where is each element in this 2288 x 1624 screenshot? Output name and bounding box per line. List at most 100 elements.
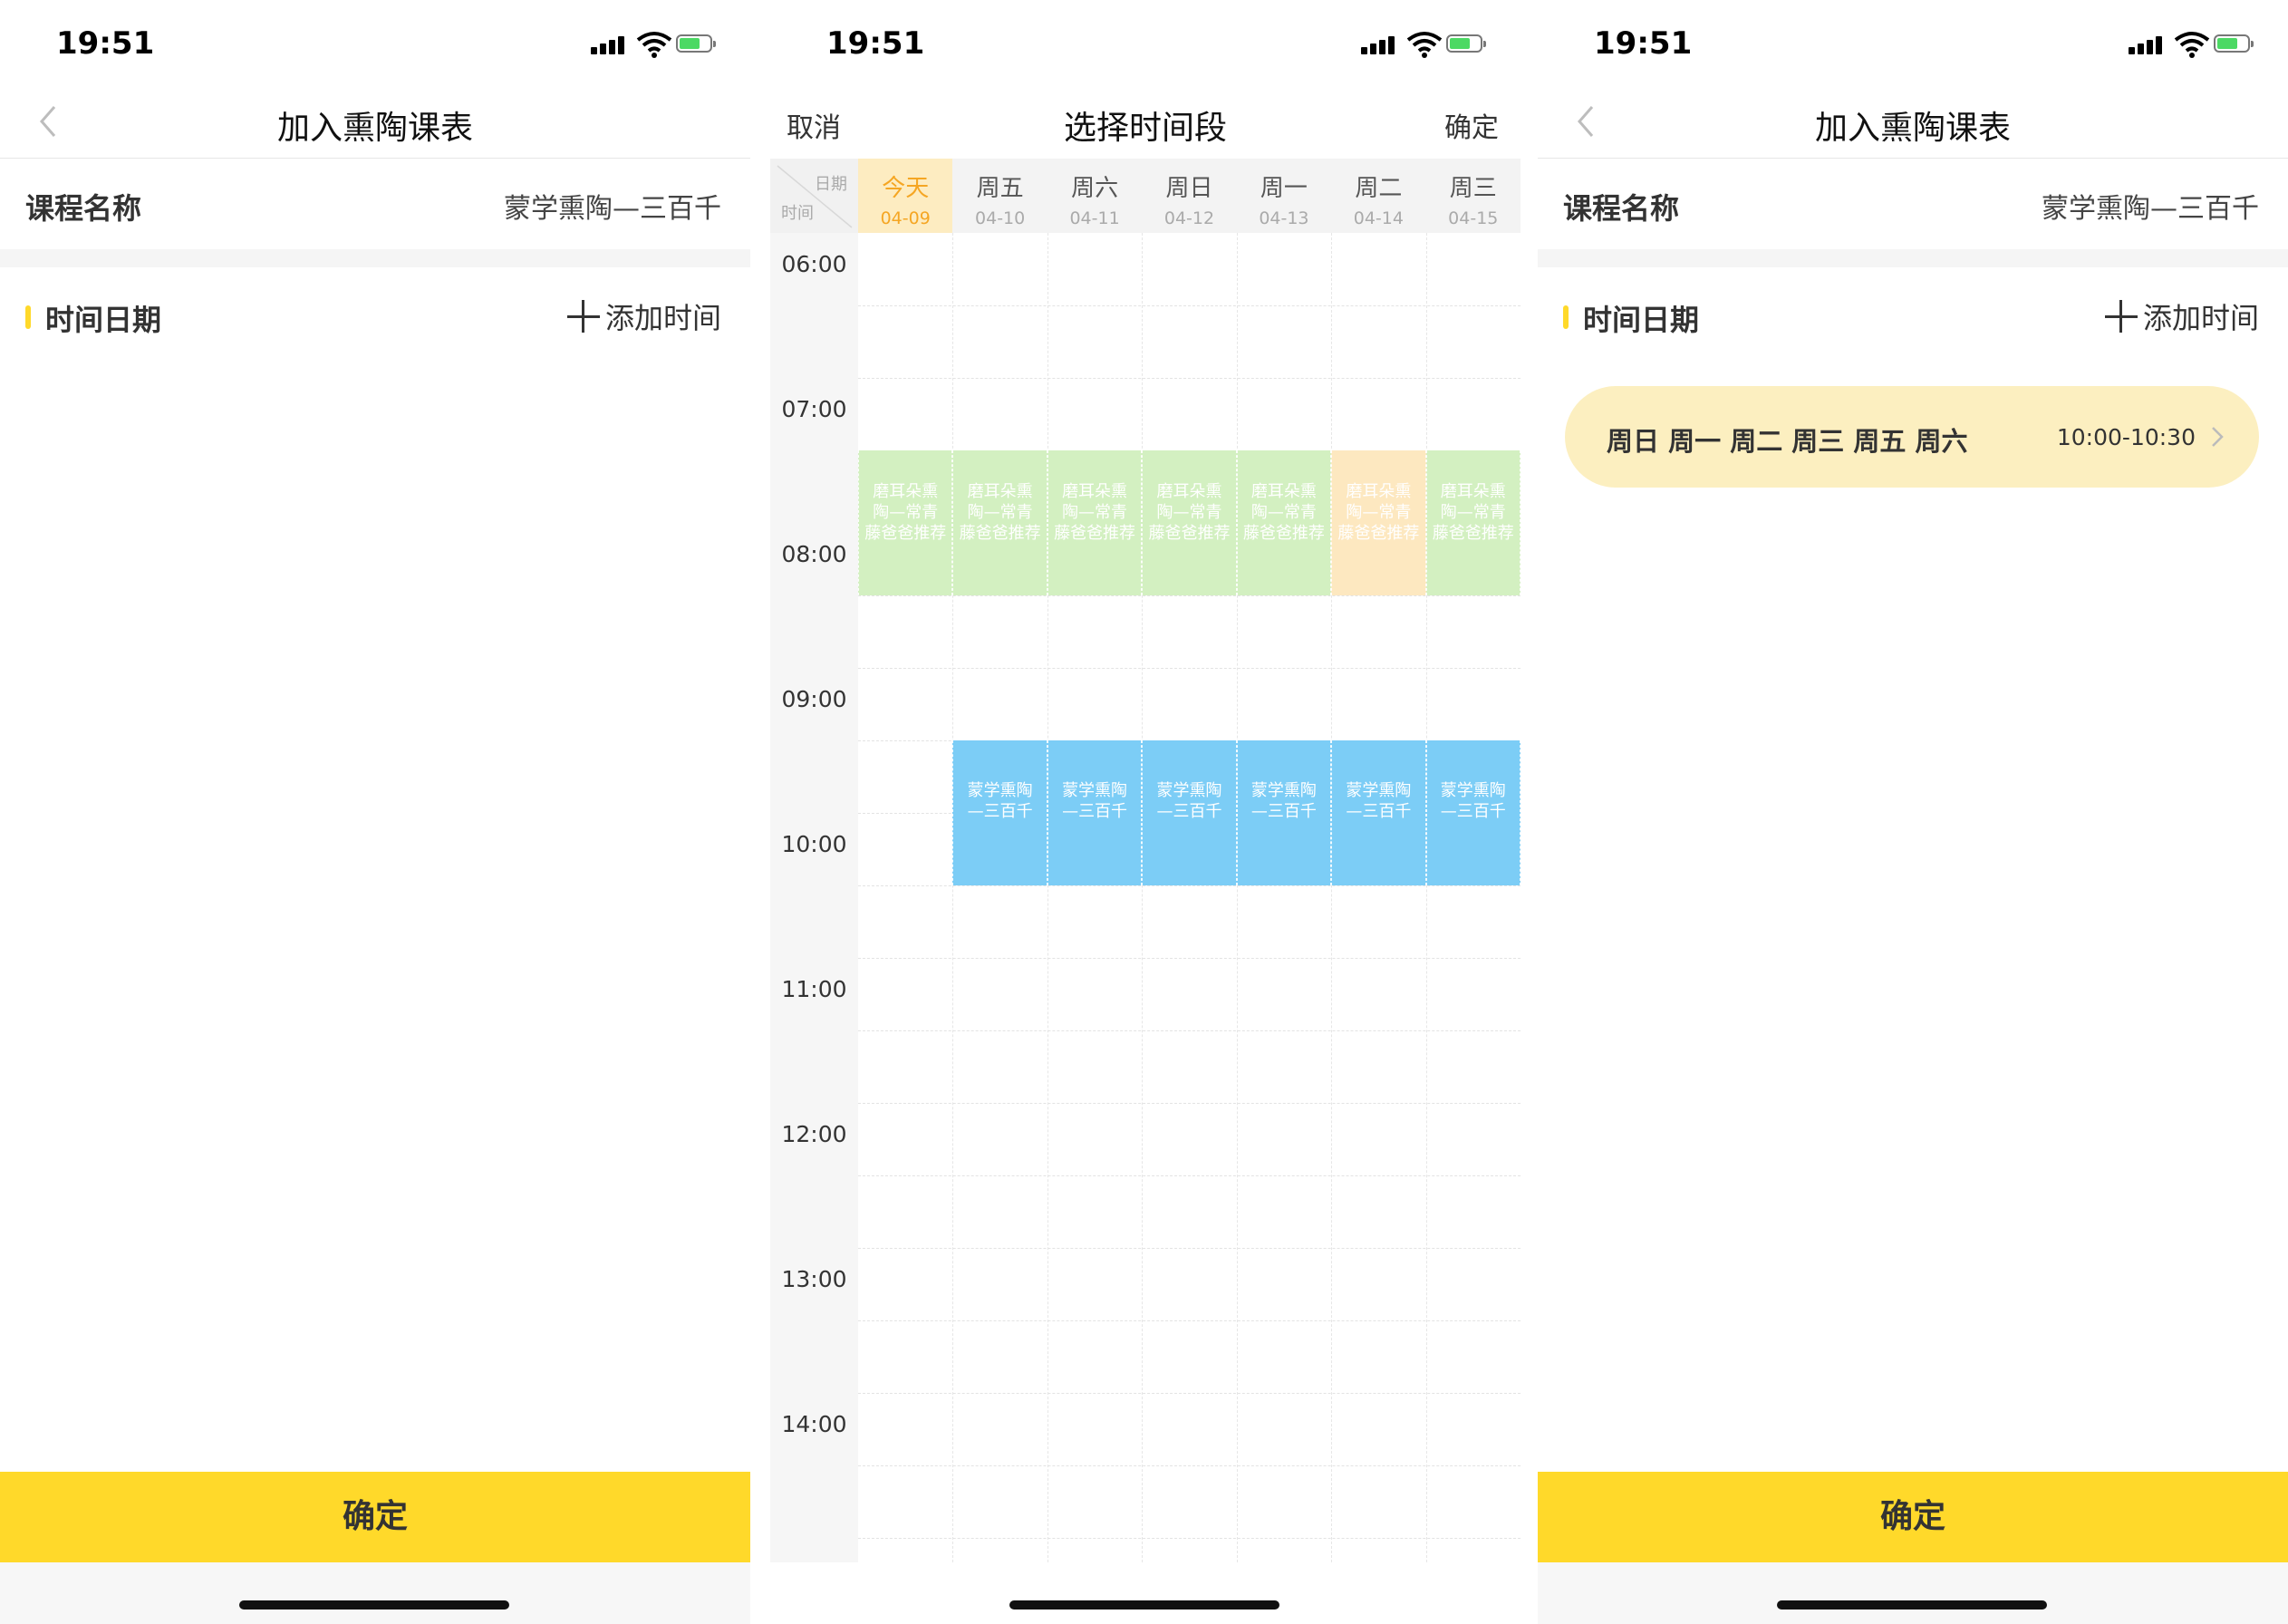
course-block-text: —三百千 (1346, 802, 1412, 821)
day-name: 周日 (1165, 175, 1213, 202)
course-block[interactable]: 磨耳朵熏 陶—常青 藤爸爸推荐 (858, 450, 953, 595)
day-date: 04-15 (1448, 208, 1499, 228)
course-block-text: 磨耳朵熏 (873, 482, 939, 501)
confirm-button[interactable]: 确定 (1538, 1472, 2288, 1562)
course-block-text: 藤爸爸推荐 (1148, 524, 1231, 543)
day-header: 周二 04-14 (1331, 159, 1425, 233)
course-block-text: 磨耳朵熏 (1250, 482, 1317, 501)
signal-icon (1361, 47, 1367, 54)
grid-column-line (1047, 233, 1048, 1562)
grid-column-line (1142, 233, 1144, 1562)
bottom-safe-area (1538, 1562, 2288, 1624)
course-block-text: 藤爸爸推荐 (1337, 524, 1420, 543)
grid-row-line (858, 378, 1521, 379)
status-time: 19:51 (56, 25, 155, 62)
course-block[interactable]: 蒙学熏陶 —三百千 (1142, 740, 1237, 885)
grid-row-line (858, 1465, 1521, 1466)
course-block-text: 藤爸爸推荐 (1432, 524, 1514, 543)
confirm-button[interactable]: 确定 (0, 1472, 750, 1562)
course-block-text: 陶—常青 (1250, 503, 1317, 522)
corner-date-label: 日期 (815, 175, 847, 194)
wifi-icon (636, 32, 672, 58)
grid-column-line (1331, 233, 1333, 1562)
hour-label: 13:00 (781, 1266, 847, 1292)
signal-icon (2129, 47, 2135, 54)
hour-label: 07:00 (781, 396, 847, 422)
day-header-row: 今天 04-09 周五 04-10 周六 04-11 周日 04-12 周一 04-13 周二 04-… (858, 159, 1521, 233)
section-divider (1538, 249, 2288, 267)
grid-column-line (952, 233, 954, 1562)
course-block[interactable]: 蒙学熏陶 —三百千 (1047, 740, 1143, 885)
grid-row-line (858, 1248, 1521, 1249)
course-block-text: 磨耳朵熏 (1346, 482, 1412, 501)
home-indicator[interactable] (1009, 1600, 1279, 1610)
day-name: 周三 (1449, 175, 1497, 202)
nav-bar: 取消 选择时间段 确定 (770, 87, 1521, 158)
signal-icon (591, 47, 597, 54)
signal-bar (618, 36, 624, 54)
course-block[interactable]: 磨耳朵熏陶—常青藤爸爸推荐 (1236, 450, 1332, 595)
grid-row-line (858, 668, 1521, 669)
course-block-text: 藤爸爸推荐 (1054, 524, 1136, 543)
grid-corner: 日期 时间 (770, 159, 858, 233)
course-block[interactable]: 磨耳朵熏 陶—常青 藤爸爸推荐 (952, 450, 1047, 595)
course-block[interactable]: 蒙学熏陶 —三百千 (1331, 740, 1426, 885)
chevron-right-icon (2212, 427, 2224, 447)
home-indicator[interactable] (1777, 1600, 2047, 1610)
add-time-button[interactable]: 添加时间 (566, 295, 721, 337)
grid-row-line (858, 1538, 1521, 1539)
hour-label: 11:00 (781, 976, 847, 1002)
course-block-text: —三百千 (967, 802, 1033, 821)
status-icons (591, 31, 719, 60)
confirm-button[interactable]: 确定 (1444, 105, 1499, 145)
day-name: 周五 (976, 175, 1024, 202)
page-title: 加入熏陶课表 (276, 110, 473, 147)
course-block[interactable]: 磨耳朵熏 陶—常青 藤爸爸推荐 (1047, 450, 1143, 595)
schedule-days: 周日 周一 周二 周三 周五 周六 (1607, 426, 1968, 457)
course-block[interactable]: 蒙学熏陶 —三百千 (952, 740, 1047, 885)
add-time-label: 添加时间 (604, 301, 721, 335)
add-time-button[interactable]: 添加时间 (2104, 295, 2259, 337)
course-block[interactable]: 蒙学熏陶 —三百千 (1236, 740, 1332, 885)
signal-bar (1388, 36, 1395, 54)
signal-bar (2156, 36, 2162, 54)
course-block-text: 陶—常青 (1062, 503, 1128, 522)
day-name: 周一 (1260, 175, 1308, 202)
course-name-row: 课程名称 蒙学熏陶—三百千 (1538, 159, 2288, 249)
battery-icon (1446, 34, 1486, 53)
page-title: 选择时间段 (1063, 110, 1227, 147)
course-block-text: 藤爸爸推荐 (1242, 524, 1325, 543)
time-column (770, 159, 858, 1562)
course-name-label: 课程名称 (25, 191, 142, 226)
grid-column-line (1236, 233, 1238, 1562)
status-icons (2129, 31, 2257, 60)
add-time-label: 添加时间 (2142, 301, 2259, 335)
day-header: 周五 04-10 (952, 159, 1047, 233)
home-indicator[interactable] (239, 1600, 509, 1610)
schedule-entry[interactable]: 周日 周一 周二 周三 周五 周六 10:00-10:30 (1565, 386, 2259, 488)
battery-icon (2214, 34, 2254, 53)
status-time: 19:51 (826, 25, 925, 62)
course-block[interactable]: 磨耳朵熏 陶—常青 藤爸爸推荐 (1142, 450, 1237, 595)
grid-row-line (858, 1103, 1521, 1104)
screen-add-schedule-filled: 19:51 加入熏陶课表 课程名称 蒙学熏陶—三百千 时间日期 添加时间 周日 … (1538, 0, 2288, 1624)
course-block[interactable]: 蒙学熏陶 —三百千 (1425, 740, 1521, 885)
nav-bar: 加入熏陶课表 (0, 87, 750, 159)
course-block-text: 陶—常青 (1346, 503, 1412, 522)
signal-bar (600, 44, 606, 54)
wifi-icon (2174, 32, 2210, 58)
course-name-value: 蒙学熏陶—三百千 (2042, 193, 2259, 225)
hour-label: 10:00 (781, 831, 847, 857)
day-header: 周日 04-12 (1142, 159, 1236, 233)
day-date: 04-09 (880, 208, 931, 228)
screen-select-time-slot: 19:51 取消 选择时间段 确定 日期 时间 今天 04-09 周五 04-1… (770, 0, 1521, 1624)
time-date-label: 时间日期 (45, 303, 162, 337)
course-block[interactable]: 磨耳朵熏陶—常青藤爸爸推荐 (1331, 450, 1426, 595)
grid-row-line (858, 1175, 1521, 1176)
day-name: 周二 (1355, 175, 1403, 202)
course-block[interactable]: 磨耳朵熏 陶—常青 藤爸爸推荐 (1425, 450, 1521, 595)
schedule-grid[interactable]: 日期 时间 今天 04-09 周五 04-10 周六 04-11 周日 04-12 周一 04-1… (770, 159, 1521, 1562)
course-block-text: 磨耳朵熏 (967, 482, 1033, 501)
course-name-value: 蒙学熏陶—三百千 (504, 193, 721, 225)
status-bar: 19:51 (770, 0, 1521, 87)
